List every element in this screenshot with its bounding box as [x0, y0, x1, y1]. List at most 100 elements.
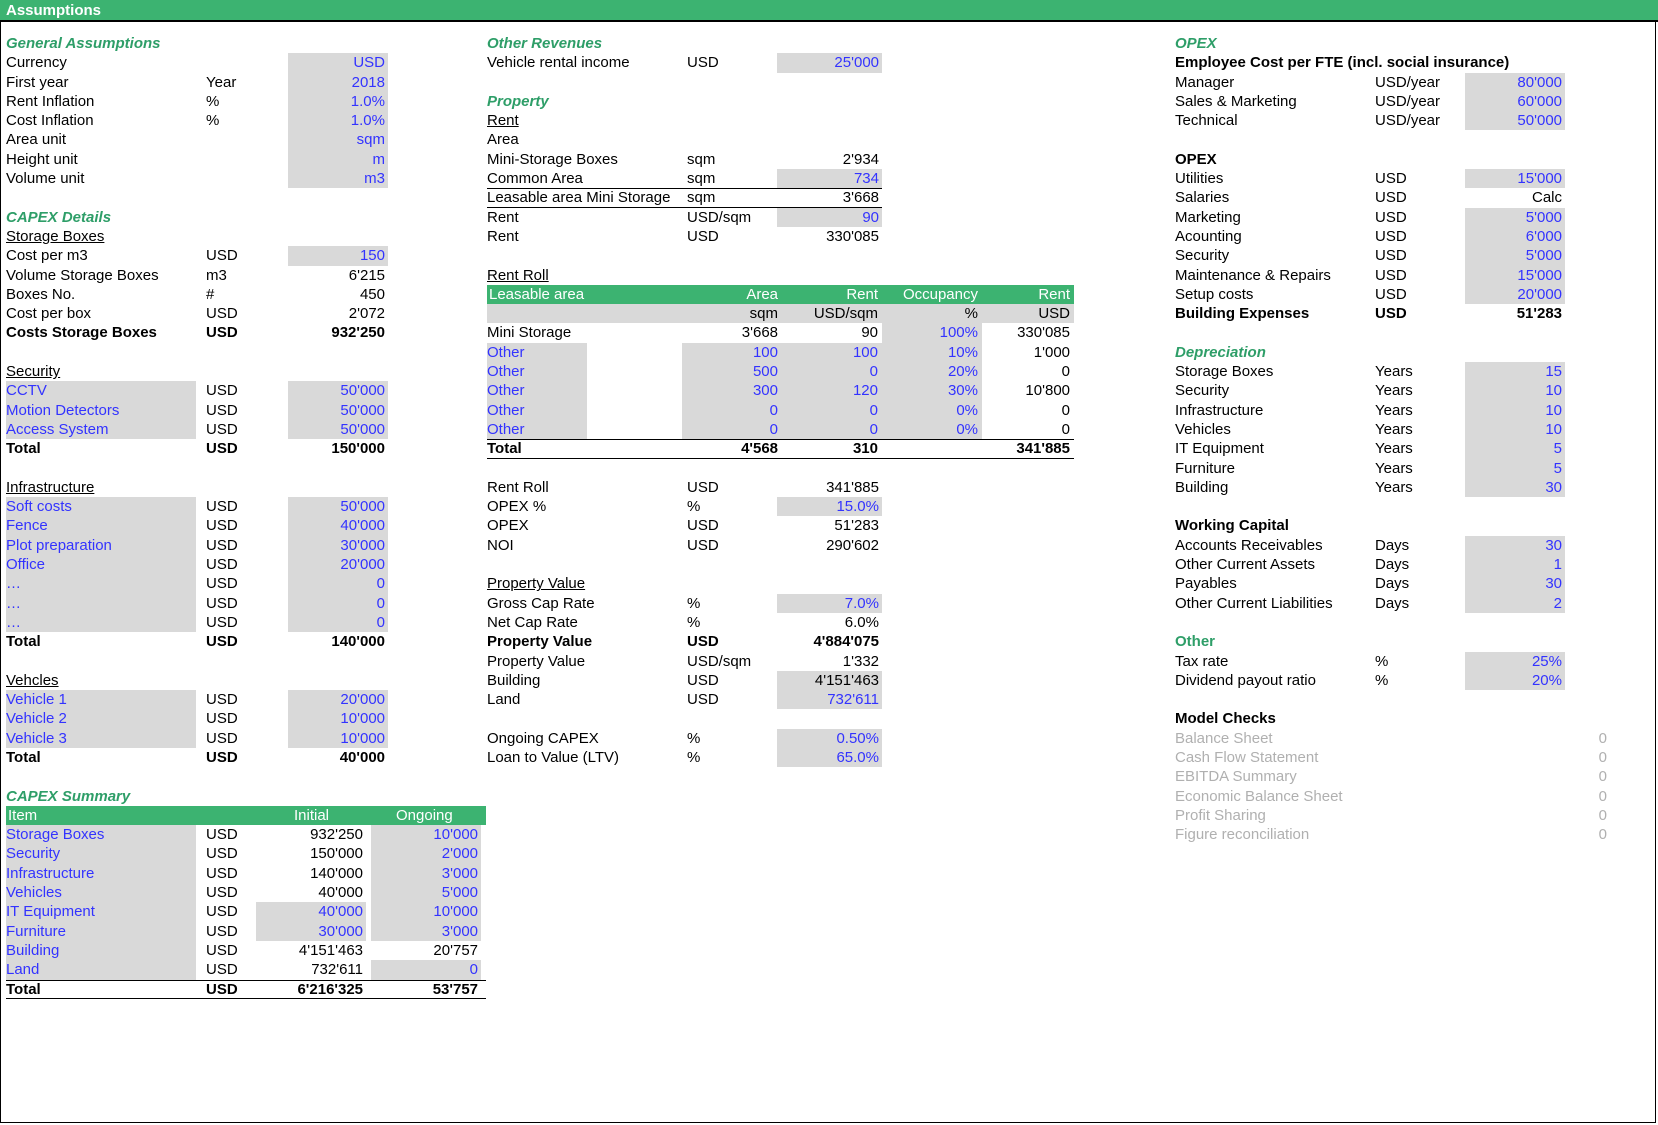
row-value[interactable]: 5'000: [1465, 246, 1565, 265]
rent-roll-total-rent: 310: [782, 439, 878, 458]
row-unit: %: [687, 748, 700, 767]
rent-roll-area[interactable]: 0: [682, 401, 778, 420]
capex-summary-ongoing[interactable]: 10'000: [371, 902, 481, 921]
row-value[interactable]: 3'668: [777, 188, 882, 207]
row-value[interactable]: 0: [288, 613, 388, 632]
row-value[interactable]: 0: [288, 574, 388, 593]
row-label: Setup costs: [1175, 285, 1253, 304]
row-value[interactable]: m: [288, 150, 388, 169]
row-value[interactable]: 10: [1465, 420, 1565, 439]
row-value[interactable]: 30: [1465, 478, 1565, 497]
rent-roll-occupancy[interactable]: 0%: [882, 401, 978, 420]
row-value[interactable]: 2'934: [777, 150, 882, 169]
row-value[interactable]: 10'000: [288, 709, 388, 728]
capex-summary-ongoing[interactable]: 0: [371, 960, 481, 979]
row-value[interactable]: 5'000: [1465, 208, 1565, 227]
row-value[interactable]: 5: [1465, 459, 1565, 478]
row-value[interactable]: 450: [288, 285, 388, 304]
row-value[interactable]: 7.0%: [777, 594, 882, 613]
rent-roll-name[interactable]: Other: [487, 362, 525, 381]
row-value[interactable]: 6'215: [288, 266, 388, 285]
row-value[interactable]: 2: [1465, 594, 1565, 613]
row-value[interactable]: 40'000: [288, 516, 388, 535]
row-value[interactable]: 330'085: [777, 227, 882, 246]
capex-summary-initial[interactable]: 40'000: [256, 902, 366, 921]
property-row: Mini-Storage Boxessqm2'934: [487, 150, 1087, 169]
row-value[interactable]: USD: [288, 53, 388, 72]
row-value[interactable]: 734: [777, 169, 882, 188]
row-value[interactable]: 0.50%: [777, 729, 882, 748]
capex-summary-total-initial: 6'216'325: [256, 980, 366, 999]
row-value[interactable]: 30: [1465, 536, 1565, 555]
rent-roll-name[interactable]: Other: [487, 381, 525, 400]
rent-roll-occupancy[interactable]: 20%: [882, 362, 978, 381]
rent-roll-occupancy[interactable]: 0%: [882, 420, 978, 439]
rent-roll-name[interactable]: Other: [487, 343, 525, 362]
row-value[interactable]: 25'000: [777, 53, 882, 72]
rent-roll-name[interactable]: Other: [487, 401, 525, 420]
row-value[interactable]: 50'000: [288, 381, 388, 400]
rent-roll-occupancy[interactable]: 10%: [882, 343, 978, 362]
row-value[interactable]: 1.0%: [288, 92, 388, 111]
row-value[interactable]: 15'000: [1465, 266, 1565, 285]
row-value[interactable]: 50'000: [288, 497, 388, 516]
spreadsheet-sheet: Assumptions General AssumptionsCurrencyU…: [0, 0, 1658, 1125]
capex-summary-initial[interactable]: 30'000: [256, 922, 366, 941]
row-value[interactable]: 10: [1465, 401, 1565, 420]
row-value[interactable]: 732'611: [777, 690, 882, 709]
rent-roll-rent[interactable]: 0: [782, 401, 878, 420]
row-value[interactable]: 15'000: [1465, 169, 1565, 188]
row-value[interactable]: 0: [288, 594, 388, 613]
row-value[interactable]: 15.0%: [777, 497, 882, 516]
row-value[interactable]: m3: [288, 169, 388, 188]
row-value[interactable]: 30'000: [288, 536, 388, 555]
row-value[interactable]: sqm: [288, 130, 388, 149]
rent-roll-rent[interactable]: 100: [782, 343, 878, 362]
row-value[interactable]: 15: [1465, 362, 1565, 381]
row-value[interactable]: 60'000: [1465, 92, 1565, 111]
row-value[interactable]: 2018: [288, 73, 388, 92]
rent-roll-occupancy[interactable]: 100%: [882, 323, 978, 342]
rent-roll-units-row: sqmUSD/sqm%USD: [487, 304, 1087, 323]
row-value[interactable]: 25%: [1465, 652, 1565, 671]
row-value[interactable]: 65.0%: [777, 748, 882, 767]
row-value[interactable]: 150: [288, 246, 388, 265]
row-value[interactable]: 80'000: [1465, 73, 1565, 92]
row-value[interactable]: 10'000: [288, 729, 388, 748]
row-value[interactable]: 5: [1465, 439, 1565, 458]
row-value[interactable]: 932'250: [288, 323, 388, 342]
row-unit: USD: [206, 516, 238, 535]
row-spacer: [6, 459, 486, 478]
row-value[interactable]: 50'000: [1465, 111, 1565, 130]
rent-roll-rent[interactable]: 0: [782, 362, 878, 381]
rent-roll-occupancy[interactable]: 30%: [882, 381, 978, 400]
rent-roll-rent[interactable]: 90: [782, 323, 878, 342]
row-value[interactable]: 1.0%: [288, 111, 388, 130]
row-value[interactable]: 20'000: [288, 690, 388, 709]
row-value: 0: [1520, 729, 1610, 748]
rent-roll-area[interactable]: 300: [682, 381, 778, 400]
row-value[interactable]: 30: [1465, 574, 1565, 593]
row-value[interactable]: 50'000: [288, 420, 388, 439]
rent-roll-rent[interactable]: 0: [782, 420, 878, 439]
capex-summary-ongoing[interactable]: 5'000: [371, 883, 481, 902]
row-value[interactable]: 6'000: [1465, 227, 1565, 246]
rent-roll-name[interactable]: Other: [487, 420, 525, 439]
row-value[interactable]: 1: [1465, 555, 1565, 574]
rent-roll-rent[interactable]: 120: [782, 381, 878, 400]
rent-roll-area[interactable]: 3'668: [682, 323, 778, 342]
rent-roll-area[interactable]: 100: [682, 343, 778, 362]
row-value[interactable]: 90: [777, 208, 882, 227]
capex-summary-ongoing[interactable]: 3'000: [371, 922, 481, 941]
rent-roll-area[interactable]: 0: [682, 420, 778, 439]
rent-roll-area[interactable]: 500: [682, 362, 778, 381]
row-value[interactable]: 2'072: [288, 304, 388, 323]
row-value[interactable]: 20'000: [1465, 285, 1565, 304]
row-value[interactable]: 20'000: [288, 555, 388, 574]
capex-summary-ongoing[interactable]: 2'000: [371, 844, 481, 863]
row-value[interactable]: 10: [1465, 381, 1565, 400]
row-value[interactable]: 20%: [1465, 671, 1565, 690]
capex-summary-ongoing[interactable]: 10'000: [371, 825, 481, 844]
capex-summary-ongoing[interactable]: 3'000: [371, 864, 481, 883]
row-value[interactable]: 50'000: [288, 401, 388, 420]
